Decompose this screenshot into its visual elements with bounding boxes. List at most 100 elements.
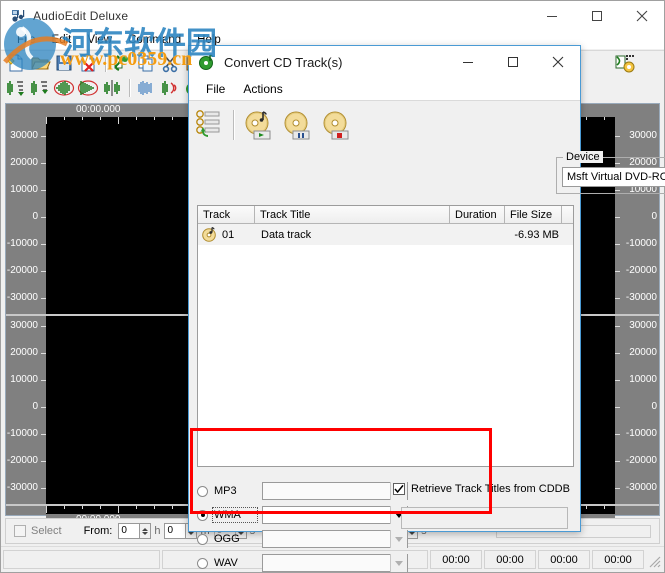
amplify-up-icon[interactable]: [5, 77, 27, 99]
format-option-ogg[interactable]: OGG: [197, 528, 408, 550]
status-time-1: 00:00: [430, 550, 482, 569]
table-row[interactable]: 01 Data track -6.93 MB: [198, 224, 573, 245]
scale-label: 10000: [629, 374, 657, 385]
format-label-wav: WAV: [214, 557, 238, 569]
scale-label: -30000: [625, 292, 657, 303]
dialog-menu-file[interactable]: File: [197, 80, 234, 98]
device-combo-box[interactable]: Msft Virtual DVD-ROM 1.0: [562, 167, 665, 187]
select-checkbox[interactable]: [14, 525, 26, 537]
radio-ogg[interactable]: [197, 533, 208, 545]
fade-out-icon[interactable]: [77, 77, 99, 99]
status-time-3: 00:00: [538, 550, 590, 569]
chevron-down-icon[interactable]: [390, 530, 407, 548]
normalize-icon[interactable]: [101, 77, 123, 99]
save-file-icon[interactable]: [53, 52, 75, 74]
column-header-track-title[interactable]: Track Title: [255, 206, 450, 223]
maximize-icon[interactable]: [574, 1, 619, 31]
menu-file[interactable]: File: [9, 33, 44, 47]
status-time-4: 00:00: [592, 550, 644, 569]
cddb-option-row[interactable]: Retrieve Track Titles from CDDB: [393, 483, 570, 495]
device-group: Device Msft Virtual DVD-ROM 1.0: [556, 151, 665, 194]
dialog-toolbar: [189, 100, 580, 148]
scale-label: -20000: [625, 265, 657, 276]
from-hours-field[interactable]: 0: [118, 523, 141, 539]
cd-pause-icon[interactable]: [281, 109, 315, 141]
radio-wma[interactable]: [197, 509, 208, 521]
minimize-icon[interactable]: [529, 1, 574, 31]
open-file-icon[interactable]: [29, 52, 51, 74]
cut-icon[interactable]: [159, 52, 181, 74]
new-file-icon[interactable]: [5, 52, 27, 74]
dialog-menu-actions[interactable]: Actions: [234, 80, 291, 98]
cd-track-icon: [201, 226, 218, 242]
track-list-table[interactable]: Track Track Title Duration File Size 01: [197, 205, 574, 467]
column-header-file-size[interactable]: File Size: [505, 206, 562, 223]
ogg-quality-combo[interactable]: [262, 530, 408, 548]
column-header-track[interactable]: Track: [198, 206, 255, 223]
scale-label: 30000: [629, 130, 657, 141]
scale-label: 20000: [629, 347, 657, 358]
echo-icon[interactable]: [159, 77, 181, 99]
mp3-quality-combo[interactable]: [262, 482, 408, 500]
format-label-wma: WMA: [212, 507, 258, 523]
menu-edit[interactable]: Edit: [44, 33, 80, 47]
close-icon[interactable]: [535, 46, 580, 78]
chevron-down-icon[interactable]: [390, 554, 407, 572]
screenshot-root: AudioEdit Deluxe File Edit View Command …: [0, 0, 665, 573]
scale-label: 30000: [629, 320, 657, 331]
wma-quality-combo[interactable]: [262, 506, 408, 524]
cddb-checkbox[interactable]: [393, 483, 405, 495]
dialog-menu-bar: File Actions: [189, 78, 580, 100]
status-time-2: 00:00: [484, 550, 536, 569]
from-hours-spin-buttons[interactable]: [140, 523, 152, 539]
equalizer-icon[interactable]: [135, 77, 157, 99]
close-icon[interactable]: [619, 1, 664, 31]
mix-paste-icon[interactable]: [111, 52, 133, 74]
cell-track-title: Data track: [261, 228, 312, 241]
amplify-down-icon[interactable]: [29, 77, 51, 99]
status-pane-message: [3, 550, 160, 569]
copy-icon[interactable]: [135, 52, 157, 74]
time-label: 00:00.000: [76, 104, 121, 115]
track-list-refresh-icon[interactable]: [195, 109, 223, 141]
track-table-header: Track Track Title Duration File Size: [198, 206, 573, 224]
cddb-status-field[interactable]: [401, 507, 568, 529]
dialog-title-bar: Convert CD Track(s): [189, 46, 580, 78]
menu-command[interactable]: Command: [120, 33, 189, 47]
resize-grip[interactable]: [646, 550, 662, 569]
cd-play-icon[interactable]: [242, 109, 276, 141]
fade-in-icon[interactable]: [53, 77, 75, 99]
dialog-toolbar-separator: [233, 109, 235, 140]
delete-file-icon[interactable]: [77, 52, 99, 74]
main-title-bar: AudioEdit Deluxe: [1, 1, 664, 31]
maximize-icon[interactable]: [490, 46, 535, 78]
scale-label: -10000: [625, 428, 657, 439]
dialog-window-controls: [445, 46, 580, 78]
format-option-wav[interactable]: WAV: [197, 552, 408, 573]
radio-wav[interactable]: [197, 557, 208, 569]
column-header-spacer: [562, 206, 573, 223]
select-label: Select: [31, 525, 62, 537]
minimize-icon[interactable]: [445, 46, 490, 78]
unit-hours: h: [154, 525, 161, 537]
device-selected-value: Msft Virtual DVD-ROM 1.0: [567, 171, 665, 183]
wav-quality-combo[interactable]: [262, 554, 408, 572]
cd-settings-icon[interactable]: [614, 53, 636, 75]
toolbar-separator: [129, 78, 131, 97]
radio-mp3[interactable]: [197, 485, 208, 497]
from-minutes-field[interactable]: 0: [164, 523, 187, 539]
scale-label: 0: [651, 211, 657, 222]
cd-music-icon: [198, 53, 216, 71]
scale-label: 0: [651, 401, 657, 412]
device-group-label: Device: [563, 151, 603, 163]
from-hours-stepper[interactable]: 0: [118, 523, 152, 539]
menu-view[interactable]: View: [79, 33, 120, 47]
column-header-duration[interactable]: Duration: [450, 206, 505, 223]
format-option-wma[interactable]: WMA: [197, 504, 408, 526]
cddb-label: Retrieve Track Titles from CDDB: [411, 483, 570, 495]
format-label-mp3: MP3: [214, 485, 237, 497]
format-option-mp3[interactable]: MP3: [197, 480, 408, 502]
convert-cd-tracks-dialog: Convert CD Track(s) File Actions Device …: [188, 45, 665, 572]
scale-label: -20000: [625, 455, 657, 466]
cd-stop-icon[interactable]: [320, 109, 354, 141]
